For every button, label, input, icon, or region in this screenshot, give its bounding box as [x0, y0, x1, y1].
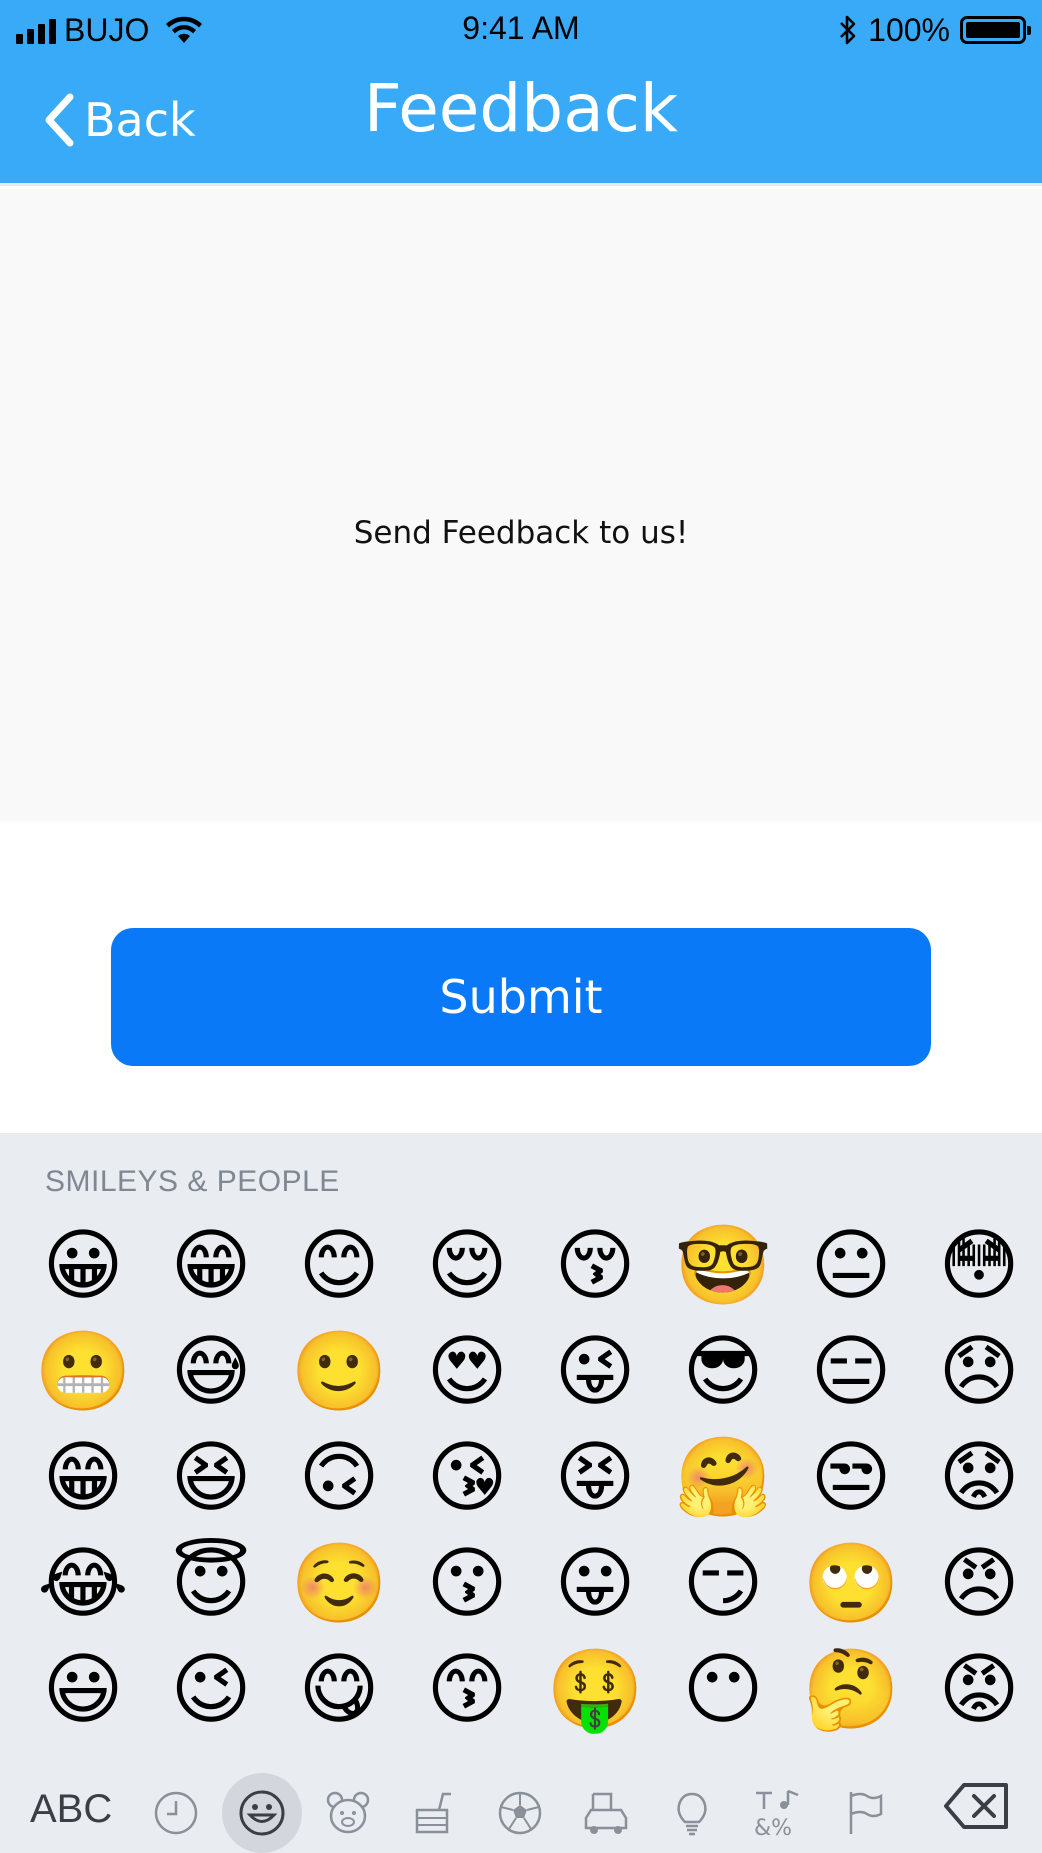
emoji-key[interactable]: 🙃: [284, 1425, 394, 1531]
emoji-key[interactable]: 😁: [28, 1425, 138, 1531]
emoji-key[interactable]: 😠: [924, 1531, 1034, 1637]
emoji-key[interactable]: 😏: [668, 1531, 778, 1637]
emoji-key[interactable]: 😌: [412, 1213, 522, 1319]
emoji-key[interactable]: 😘: [412, 1425, 522, 1531]
emoji-key[interactable]: 🤓: [668, 1213, 778, 1319]
emoji-key[interactable]: 😀: [28, 1213, 138, 1319]
emoji-key[interactable]: 🙂: [284, 1319, 394, 1425]
emoji-key[interactable]: 😅: [156, 1319, 266, 1425]
smiley-icon[interactable]: [222, 1773, 302, 1853]
emoji-key[interactable]: 😍: [412, 1319, 522, 1425]
emoji-key[interactable]: 😃: [28, 1637, 138, 1743]
submit-button[interactable]: Submit: [111, 928, 931, 1066]
emoji-key[interactable]: 😳: [924, 1213, 1034, 1319]
emoji-key[interactable]: 😶: [668, 1637, 778, 1743]
status-bar: BUJO 9:41 AM 100%: [0, 0, 1042, 60]
emoji-key[interactable]: ☺️: [284, 1531, 394, 1637]
battery-level: [966, 22, 1020, 38]
bluetooth-icon: [840, 15, 856, 45]
emoji-key[interactable]: 😆: [156, 1425, 266, 1531]
emoji-key[interactable]: 😁: [156, 1213, 266, 1319]
emoji-key[interactable]: 😑: [796, 1319, 906, 1425]
emoji-key[interactable]: 😗: [412, 1531, 522, 1637]
symbols-icon[interactable]: &%: [738, 1773, 818, 1853]
emoji-key[interactable]: 😬: [28, 1319, 138, 1425]
emoji-key[interactable]: 😊: [284, 1213, 394, 1319]
emoji-key[interactable]: 😂: [28, 1531, 138, 1637]
emoji-key[interactable]: 🙄: [796, 1531, 906, 1637]
emoji-key[interactable]: 😋: [284, 1637, 394, 1743]
emoji-key[interactable]: 🤔: [796, 1637, 906, 1743]
emoji-key[interactable]: 😛: [540, 1531, 650, 1637]
svg-text:&%: &%: [754, 1816, 792, 1839]
feedback-text-area[interactable]: Send Feedback to us!: [0, 189, 1042, 822]
emoji-key[interactable]: 😝: [540, 1425, 650, 1531]
emoji-key[interactable]: 😜: [540, 1319, 650, 1425]
emoji-keyboard: SMILEYS & PEOPLE 😀 😁 😊 😌 😚 🤓 😐 😳 😬 😅 🙂 😍 😜 😎 😑 😞 😁 😆 🙃 😘 😝 🤗 😒…: [0, 1133, 1042, 1853]
emoji-key[interactable]: 😐: [796, 1213, 906, 1319]
emoji-key[interactable]: 😙: [412, 1637, 522, 1743]
emoji-key[interactable]: 😇: [156, 1531, 266, 1637]
emoji-key[interactable]: 🤗: [668, 1425, 778, 1531]
emoji-key[interactable]: 😟: [924, 1425, 1034, 1531]
keyboard-category-bar: ABC &%: [0, 1753, 1042, 1853]
battery-percent: 100%: [868, 11, 950, 48]
emoji-key[interactable]: 😒: [796, 1425, 906, 1531]
emoji-key[interactable]: 😡: [924, 1637, 1034, 1743]
emoji-key[interactable]: 🤑: [540, 1637, 650, 1743]
feedback-prompt: Send Feedback to us!: [353, 515, 689, 551]
emoji-key[interactable]: 😎: [668, 1319, 778, 1425]
car-icon[interactable]: [566, 1773, 646, 1853]
abc-button[interactable]: ABC: [30, 1787, 112, 1832]
page-title: Feedback: [363, 70, 679, 147]
delete-button[interactable]: [942, 1781, 1012, 1837]
backspace-icon: [944, 1783, 1008, 1829]
emoji-category-title: SMILEYS & PEOPLE: [45, 1165, 340, 1198]
food-icon[interactable]: [394, 1773, 474, 1853]
navigation-bar: Back Feedback: [0, 60, 1042, 186]
ball-icon[interactable]: [480, 1773, 560, 1853]
emoji-key[interactable]: 😚: [540, 1213, 650, 1319]
flag-icon[interactable]: [824, 1773, 904, 1853]
clock-icon[interactable]: [136, 1773, 216, 1853]
status-right: 100%: [838, 10, 1031, 50]
bulb-icon[interactable]: [652, 1773, 732, 1853]
emoji-key[interactable]: 😞: [924, 1319, 1034, 1425]
emoji-key[interactable]: 😉: [156, 1637, 266, 1743]
battery-icon: [960, 16, 1031, 44]
bear-icon[interactable]: [308, 1773, 388, 1853]
